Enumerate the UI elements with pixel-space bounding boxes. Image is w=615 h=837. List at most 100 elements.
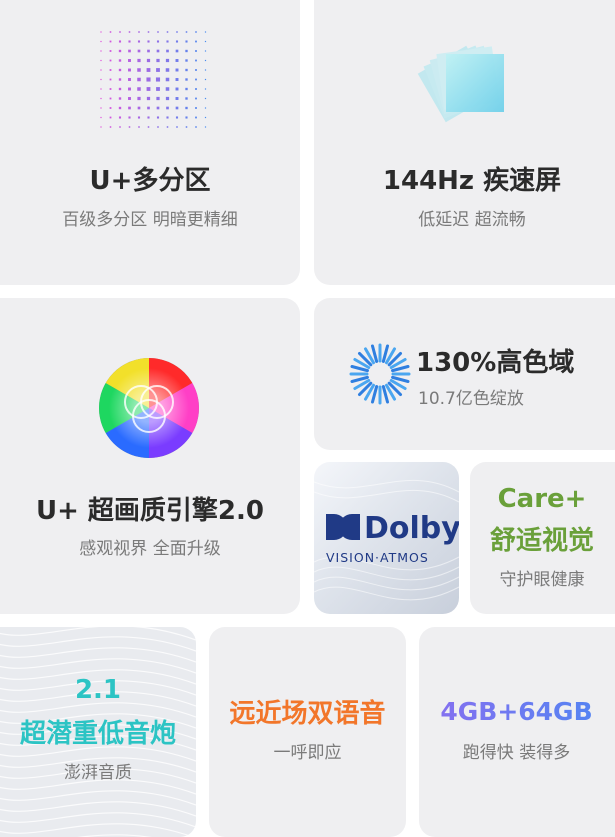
zone-dot [146,58,151,63]
feature-title: 远近场双语音 [229,699,386,729]
zone-dot [166,40,169,43]
zone-dot [175,97,179,100]
stacked-panels-icon [417,45,504,123]
zone-dot [119,31,121,33]
zone-dot [185,40,188,43]
zone-dot [175,78,179,81]
feature-card-voice: 远近场双语音 一呼即应 [209,627,406,837]
radial-burst-icon [349,343,411,405]
zone-dot [147,40,150,43]
feature-subtitle: 百级多分区 明暗更精细 [62,210,238,230]
dolby-brand: Dolby [364,511,459,546]
feature-card-dolby: Dolby VISION·ATMOS [314,462,459,614]
feature-card-multizone: U+多分区 百级多分区 明暗更精细 [0,0,300,285]
zone-dot [175,49,179,53]
zone-dot [100,126,102,128]
feature-card-care: Care+ 舒适视觉 守护眼健康 [470,462,615,614]
feature-card-bass: 2.1 超潜重低音炮 澎湃音质 [0,627,196,837]
zone-dot [109,116,112,119]
zone-dot [155,77,161,82]
zone-dot [109,59,112,62]
zone-dot [175,116,179,119]
zone-dot [118,59,122,62]
zone-dot [128,106,131,110]
zone-dot [204,126,207,128]
dot-matrix-icon [100,31,207,128]
zone-dot [100,40,102,43]
zone-dot [195,59,197,62]
zone-dot [137,68,141,72]
zone-dot [100,50,102,52]
zone-dot [166,126,169,128]
zone-dot [195,50,197,52]
zone-dot [204,116,207,119]
zone-dot [165,77,170,82]
zone-dot [204,97,207,100]
zone-dot [146,68,151,72]
feature-card-storage: 4GB+64GB 跑得快 装得多 [419,627,615,837]
zone-dot [195,31,197,33]
feature-title: 4GB+64GB [419,697,614,726]
zone-dot [137,96,141,101]
zone-dot [195,88,197,90]
zone-dot [100,97,102,100]
zone-dot [166,49,169,53]
zone-dot [128,126,131,128]
feature-title: 130%高色域 [416,348,575,378]
zone-dot [166,106,169,110]
zone-dot [100,59,102,62]
zone-dot [128,116,131,119]
zone-dot [118,87,122,91]
zone-dot [137,87,141,91]
feature-title: U+ 超画质引擎2.0 [35,496,264,526]
zone-dot [157,31,159,33]
zone-dot [109,107,112,109]
zone-dot [109,97,112,100]
zone-dot [137,49,141,53]
zone-dot [165,96,170,101]
zone-dot [195,40,197,43]
zone-dot [195,78,197,81]
zone-dot [175,40,179,43]
feature-card-engine: U+ 超画质引擎2.0 感观视界 全面升级 [0,298,300,614]
zone-dot [137,40,141,43]
zone-dot [137,77,141,82]
zone-dot [157,126,159,128]
zone-dot [175,87,179,91]
zone-dot [204,69,207,71]
zone-dot [185,59,188,62]
zone-dot [195,69,197,71]
feature-subtitle: 一呼即应 [273,743,342,763]
zone-dot [109,50,112,52]
zone-dot [109,88,112,90]
zone-dot [109,31,112,33]
zone-dot [118,49,122,53]
rgb-color-wheel-icon [99,358,199,458]
zone-dot [166,116,169,119]
zone-dot [156,49,160,53]
zone-dot [195,107,197,109]
feature-subtitle: 10.7亿色绽放 [418,389,524,409]
dolby-subtitle: VISION·ATMOS [326,550,429,565]
zone-dot [195,126,197,128]
zone-dot [185,126,188,128]
zone-dot [156,96,160,101]
wave-line [187,627,196,630]
zone-dot [146,87,151,91]
feature-title: U+多分区 [89,166,211,196]
zone-dot [165,87,170,91]
zone-dot [156,116,160,119]
zone-dot [137,58,141,63]
zone-dot [100,31,102,33]
feature-title-line2: 超潜重低音炮 [19,719,176,749]
zone-dot [156,68,160,72]
zone-dot [185,87,188,91]
zone-dot [185,106,188,110]
zone-dot [175,59,179,62]
zone-dot [146,96,151,101]
zone-dot [195,116,197,119]
zone-dot [138,126,140,128]
zone-dot [147,31,150,33]
feature-title: 144Hz 疾速屏 [382,166,562,196]
zone-dot [156,58,160,63]
